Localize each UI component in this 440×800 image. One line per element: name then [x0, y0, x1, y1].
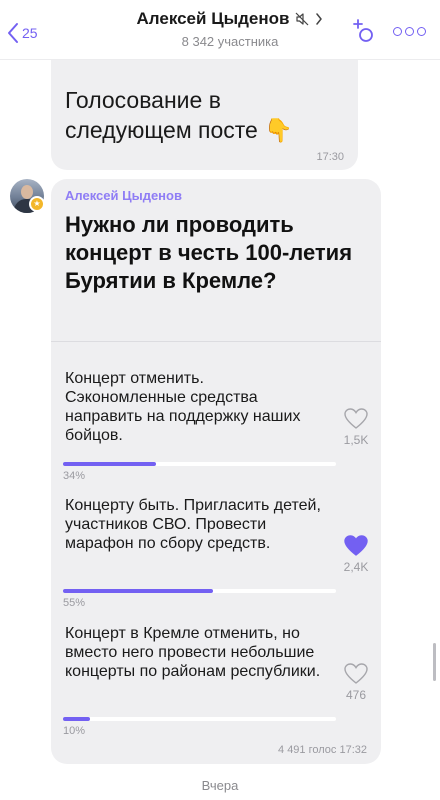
poll-option-votes: 1,5K: [343, 433, 369, 447]
heart-outline-icon[interactable]: [343, 662, 369, 686]
poll-footer: 4 491 голос 17:32: [278, 744, 367, 756]
message-text: Голосование в следующем посте 👇: [65, 85, 293, 145]
total-votes: 4 491 голос: [278, 744, 337, 756]
poll-option-percent: 55%: [63, 597, 86, 609]
poll-option-percent: 10%: [63, 725, 86, 737]
poll-progress-bar: [63, 717, 336, 721]
admin-star-badge: ★: [29, 196, 45, 212]
participants-count: 8 342 участника: [181, 34, 279, 49]
scrollbar[interactable]: [433, 643, 436, 681]
poll-progress-fill: [63, 462, 156, 466]
poll-option-votes: 476: [345, 688, 367, 702]
chevron-right-icon: [316, 13, 323, 25]
poll-option-text: Концерту быть. Пригласить детей, участни…: [65, 497, 321, 552]
poll-option[interactable]: Концерт отменить. Сэкономленные средства…: [51, 369, 381, 489]
poll-message: Алексей Цыденов Нужно ли проводить конце…: [51, 179, 381, 764]
poll-option-text: Концерт в Кремле отменить, но вместо нег…: [65, 625, 321, 680]
poll-option-text: Концерт отменить. Сэкономленные средства…: [65, 370, 301, 444]
poll-option-percent: 34%: [63, 470, 86, 482]
poll-question: Нужно ли проводить концерт в честь 100-л…: [65, 212, 353, 293]
poll-time: 17:32: [339, 744, 367, 756]
poll-progress-fill: [63, 589, 214, 593]
unread-count: 25: [22, 25, 38, 41]
sender-name[interactable]: Алексей Цыденов: [65, 188, 182, 203]
poll-option[interactable]: Концерту быть. Пригласить детей, участни…: [51, 496, 381, 616]
more-options-button[interactable]: [393, 24, 427, 38]
heart-filled-icon[interactable]: [343, 534, 369, 558]
pointing-down-emoji: 👇: [264, 117, 293, 143]
poll-option[interactable]: Концерт в Кремле отменить, но вместо нег…: [51, 624, 381, 744]
message-bubble[interactable]: Голосование в следующем посте 👇 17:30: [51, 52, 358, 170]
message-text-line-content: следующем посте: [65, 117, 258, 143]
dot-icon: [405, 26, 414, 36]
date-separator: Вчера: [201, 778, 239, 793]
poll-progress-fill: [63, 717, 91, 721]
chat-title: Алексей Цыденов: [136, 9, 290, 28]
back-button[interactable]: 25: [6, 20, 38, 46]
message-time: 17:30: [316, 151, 344, 163]
add-participant-button[interactable]: [352, 18, 378, 44]
message-text-line: Голосование в: [65, 87, 221, 113]
chat-header: 25 Алексей Цыденов 8 342 участника: [0, 0, 440, 60]
message-text-line: следующем посте 👇: [65, 115, 293, 145]
poll-option-votes: 2,4K: [343, 560, 369, 574]
poll-divider: [51, 341, 381, 342]
chat-title-area[interactable]: Алексей Цыденов 8 342 участника: [110, 9, 350, 49]
heart-outline-icon[interactable]: [343, 407, 369, 431]
mute-icon: [296, 12, 309, 26]
add-user-icon: [353, 19, 373, 42]
dot-icon: [393, 26, 402, 36]
poll-progress-bar: [63, 462, 336, 466]
dot-icon: [417, 26, 426, 36]
chevron-left-icon: [8, 23, 18, 43]
poll-progress-bar: [63, 589, 336, 593]
